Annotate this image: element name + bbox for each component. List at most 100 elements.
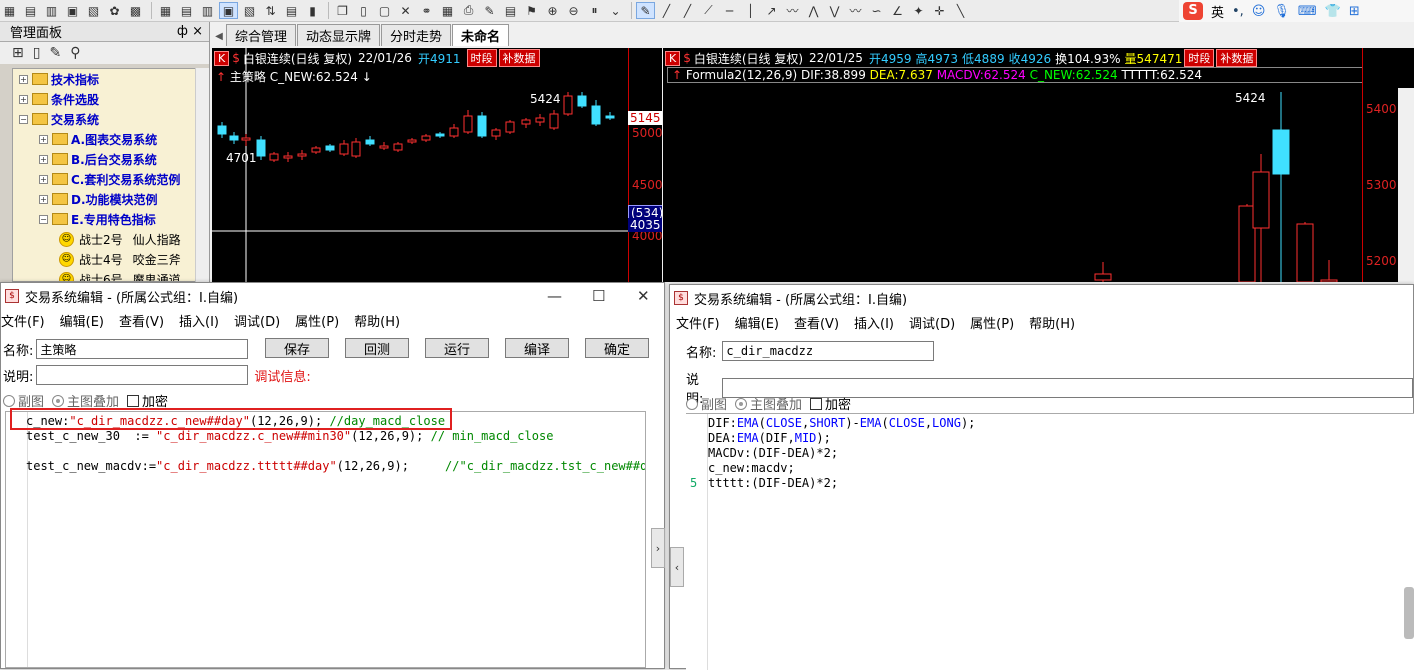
- tab-scroll-left-icon[interactable]: ◀: [212, 26, 226, 46]
- encrypt-checkbox[interactable]: [810, 397, 823, 410]
- toolbar-icon-5[interactable]: ▧: [84, 2, 103, 19]
- menu-item[interactable]: 编辑(E): [60, 311, 104, 330]
- tree-node[interactable]: ☺ 战士2号 仙人指路: [13, 229, 203, 249]
- tree-node[interactable]: ☺ 战士4号 咬金三斧: [13, 249, 203, 269]
- toolbar-icon-7[interactable]: ▩: [126, 2, 145, 19]
- wave2-icon[interactable]: 〰: [846, 2, 865, 19]
- main-overlay-radio[interactable]: [735, 397, 748, 410]
- expand-icon[interactable]: +: [19, 74, 28, 84]
- encrypt-checkbox[interactable]: [127, 394, 140, 407]
- zigzag-icon[interactable]: ⋀: [804, 2, 823, 19]
- panel-pin-close[interactable]: ф ×: [177, 24, 203, 39]
- menu-item[interactable]: 调试(D): [234, 311, 280, 330]
- maximize-icon[interactable]: ☐: [592, 287, 605, 305]
- backtest-button[interactable]: 回测: [345, 338, 409, 358]
- mic-icon[interactable]: 🎙: [1273, 4, 1290, 19]
- layers-icon[interactable]: ▤: [501, 2, 520, 19]
- toolbar-icon-4[interactable]: ▣: [63, 2, 82, 19]
- expand-icon[interactable]: +: [39, 134, 48, 144]
- collapse-left-button[interactable]: ‹: [670, 547, 684, 587]
- zigzag2-icon[interactable]: ⋁: [825, 2, 844, 19]
- menu-item[interactable]: 插入(I): [854, 313, 894, 332]
- tree-node[interactable]: ☺ 战士6号 魔鬼通道: [13, 269, 203, 281]
- sub-chart-radio[interactable]: [3, 394, 15, 407]
- tree-node[interactable]: + C.套利交易系统范例: [13, 169, 203, 189]
- sogou-logo-icon[interactable]: S: [1183, 2, 1203, 20]
- tree-node[interactable]: + 技术指标: [13, 69, 203, 89]
- bar-chart-icon[interactable]: ▮: [303, 2, 322, 19]
- keyboard-icon[interactable]: ⌨: [1298, 4, 1317, 19]
- edit-file-icon[interactable]: ✎: [49, 45, 61, 61]
- new-file-icon[interactable]: ▯: [33, 45, 41, 61]
- tree-node[interactable]: − 交易系统: [13, 109, 203, 129]
- save-button[interactable]: 保存: [265, 338, 329, 358]
- collapse-icon[interactable]: −: [19, 114, 28, 124]
- angle-icon[interactable]: ∠: [888, 2, 907, 19]
- toolbar-icon-11[interactable]: ▣: [219, 2, 238, 19]
- menu-item[interactable]: 属性(P): [970, 313, 1014, 332]
- toolbar-icon-8[interactable]: ▦: [156, 2, 175, 19]
- grid-menu-icon[interactable]: ⊞: [1349, 4, 1360, 19]
- toolbar-icon-6[interactable]: ✿: [105, 2, 124, 19]
- menu-item[interactable]: 帮助(H): [354, 311, 400, 330]
- sub-chart-radio[interactable]: [686, 397, 698, 410]
- shirt-icon[interactable]: 👕: [1325, 4, 1341, 19]
- kline-chart-right[interactable]: K $ 白银连续(日线 复权) 22/01/25 开4959 高4973 低48…: [663, 48, 1414, 282]
- page-icon[interactable]: ▯: [354, 2, 373, 19]
- tab-intraday[interactable]: 分时走势: [381, 24, 452, 46]
- desc-input[interactable]: [36, 365, 249, 385]
- binoculars-icon[interactable]: ⚭: [417, 2, 436, 19]
- zoom-in-icon[interactable]: ⊕: [543, 2, 562, 19]
- collapse-right-button[interactable]: ›: [651, 528, 665, 568]
- code-editor[interactable]: 5 DIF:EMA(CLOSE,SHORT)-EMA(CLOSE,LONG); D…: [686, 413, 1414, 670]
- editor-scrollbar-thumb[interactable]: [1404, 587, 1414, 639]
- tree-node[interactable]: + D.功能模块范例: [13, 189, 203, 209]
- expand-icon[interactable]: +: [39, 174, 48, 184]
- wave-icon[interactable]: 〰: [783, 2, 802, 19]
- tree-node[interactable]: − E.专用特色指标: [13, 209, 203, 229]
- edit-icon[interactable]: ✎: [480, 2, 499, 19]
- zoom-out-icon[interactable]: ⊖: [564, 2, 583, 19]
- bookmark-icon[interactable]: ⚑: [522, 2, 541, 19]
- menu-item[interactable]: 编辑(E): [735, 313, 779, 332]
- pen-draw-icon[interactable]: ✎: [636, 2, 655, 19]
- name-input[interactable]: 主策略: [36, 339, 249, 359]
- print-icon[interactable]: ⎙: [459, 2, 478, 19]
- ray-icon[interactable]: ⟋: [699, 2, 718, 19]
- ime-punct[interactable]: •,: [1232, 4, 1244, 19]
- code-editor[interactable]: c_new:"c_dir_macdzz.c_new##day"(12,26,9)…: [5, 411, 646, 668]
- collapse-icon[interactable]: −: [39, 214, 48, 224]
- name-input[interactable]: c_dir_macdzz: [722, 341, 935, 361]
- toolbar-icon-9[interactable]: ▤: [177, 2, 196, 19]
- menu-item[interactable]: 文件(F): [676, 313, 720, 332]
- compile-button[interactable]: 编译: [505, 338, 569, 358]
- toolbar-icon-10[interactable]: ▥: [198, 2, 217, 19]
- arrow-icon[interactable]: ↗: [762, 2, 781, 19]
- pause-icon[interactable]: ⏸: [585, 2, 604, 19]
- grid-icon[interactable]: ▦: [438, 2, 457, 19]
- chevron-icon[interactable]: ⌄: [606, 2, 625, 19]
- menu-item[interactable]: 文件(F): [1, 311, 45, 330]
- tree-node[interactable]: + B.后台交易系统: [13, 149, 203, 169]
- confirm-button[interactable]: 确定: [585, 338, 649, 358]
- tab-untitled[interactable]: 未命名: [452, 24, 510, 46]
- expand-icon[interactable]: +: [19, 94, 28, 104]
- vline-icon[interactable]: │: [741, 2, 760, 19]
- toolbar-icon-3[interactable]: ▥: [42, 2, 61, 19]
- menu-item[interactable]: 属性(P): [295, 311, 339, 330]
- kline-chart-left[interactable]: K $ 白银连续(日线 复权) 22/01/26 开4911 时段 补数据 ↑ …: [212, 48, 662, 282]
- curve-icon[interactable]: ∽: [867, 2, 886, 19]
- menu-item[interactable]: 调试(D): [909, 313, 955, 332]
- emoji-icon[interactable]: ☺: [1252, 4, 1266, 19]
- sort-icon[interactable]: ⇅: [261, 2, 280, 19]
- menu-item[interactable]: 帮助(H): [1029, 313, 1075, 332]
- line2-icon[interactable]: ╱: [678, 2, 697, 19]
- search-icon[interactable]: ⚲: [70, 45, 80, 61]
- copy-icon[interactable]: ❐: [333, 2, 352, 19]
- menu-item[interactable]: 插入(I): [179, 311, 219, 330]
- toolbar-icon-12[interactable]: ▧: [240, 2, 259, 19]
- toolbar-icon-2[interactable]: ▤: [21, 2, 40, 19]
- main-overlay-radio[interactable]: [52, 394, 65, 407]
- tree-node[interactable]: + 条件选股: [13, 89, 203, 109]
- hline-icon[interactable]: ─: [720, 2, 739, 19]
